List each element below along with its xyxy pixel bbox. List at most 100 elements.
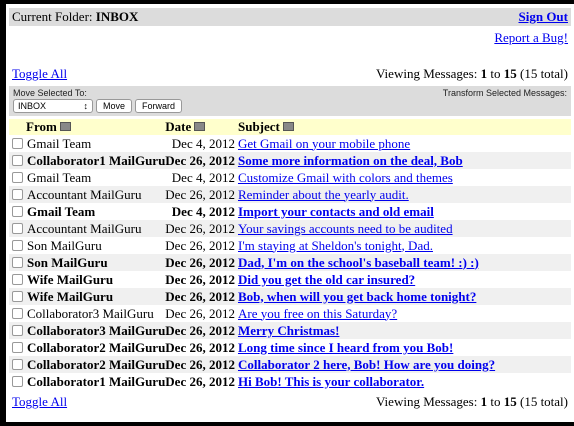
message-checkbox[interactable] <box>12 256 23 268</box>
message-row[interactable]: Accountant MailGuru Dec 26, 2012 Your savi… <box>9 220 571 237</box>
message-date: Dec 26, 2012 <box>165 322 238 339</box>
viewing-prefix: Viewing Messages: <box>375 394 478 409</box>
message-checkbox[interactable] <box>12 307 23 319</box>
forward-button[interactable]: Forward <box>135 99 183 113</box>
message-row[interactable]: Accountant MailGuru Dec 26, 2012 Reminder … <box>9 186 571 203</box>
message-from-cell: Collaborator3 MailGuru <box>9 322 166 339</box>
message-subject-link[interactable]: Some more information on the deal, Bob <box>238 153 463 168</box>
report-bug-row: Report a Bug! <box>9 26 571 46</box>
from-header-label: From <box>26 119 57 134</box>
range-to: to <box>490 394 501 409</box>
message-subject-cell: I'm staying at Sheldon's tonight, Dad. <box>238 237 571 254</box>
message-checkbox[interactable] <box>12 341 23 353</box>
message-row[interactable]: Son MailGuru Dec 26, 2012 I'm staying at S… <box>9 237 571 254</box>
message-checkbox[interactable] <box>12 188 23 200</box>
folder-header: Current Folder: INBOX Sign Out <box>9 8 571 26</box>
message-subject-cell: Are you free on this Saturday? <box>238 305 571 322</box>
subject-header-label: Subject <box>237 119 280 134</box>
transform-selected-label: Transform Selected Messages: <box>442 88 567 98</box>
message-sender: Collaborator2 MailGuru <box>27 339 166 355</box>
message-checkbox[interactable] <box>12 239 23 251</box>
message-checkbox[interactable] <box>12 137 23 149</box>
toggle-all-link-bottom[interactable]: Toggle All <box>12 394 67 410</box>
folder-select-value: INBOX <box>18 101 47 111</box>
range-total: (15 total) <box>519 66 568 81</box>
sign-out-link[interactable]: Sign Out <box>519 9 569 25</box>
move-button[interactable]: Move <box>96 99 133 113</box>
range-start: 1 <box>480 394 488 409</box>
viewing-prefix: Viewing Messages: <box>375 66 478 81</box>
message-sender: Son MailGuru <box>27 237 102 253</box>
message-from-cell: Gmail Team <box>9 203 165 220</box>
message-row[interactable]: Wife MailGuru Dec 26, 2012 Did you get the… <box>9 271 571 288</box>
sort-icon[interactable] <box>59 122 71 131</box>
message-checkbox[interactable] <box>12 324 23 336</box>
message-checkbox[interactable] <box>12 290 23 302</box>
message-date: Dec 26, 2012 <box>165 305 235 321</box>
range-total: (15 total) <box>519 394 568 409</box>
message-checkbox[interactable] <box>12 273 23 285</box>
move-controls: INBOX ↕ Move Forward <box>13 99 183 113</box>
message-subject-link[interactable]: Collaborator 2 here, Bob! How are you do… <box>238 357 495 372</box>
message-subject-link[interactable]: Long time since I heard from you Bob! <box>238 340 453 355</box>
message-row[interactable]: Collaborator1 MailGuru Dec 26, 2012 Hi Bob… <box>9 373 571 390</box>
message-row[interactable]: Gmail Team Dec 4, 2012 Import your contact… <box>9 203 571 220</box>
message-checkbox[interactable] <box>12 171 23 183</box>
message-row[interactable]: Collaborator3 MailGuru Dec 26, 2012 Are yo… <box>9 305 571 322</box>
message-subject-link[interactable]: Your savings accounts need to be audited <box>238 221 453 236</box>
viewing-messages-bottom: Viewing Messages: 1 to 15 (15 total) <box>376 394 568 410</box>
message-subject-link[interactable]: Get Gmail on your mobile phone <box>238 136 410 151</box>
message-sender: Collaborator2 MailGuru <box>27 356 166 372</box>
message-checkbox[interactable] <box>12 154 23 166</box>
message-date: Dec 26, 2012 <box>165 339 235 355</box>
message-row[interactable]: Collaborator2 MailGuru Dec 26, 2012 Collab… <box>9 356 571 373</box>
message-subject-link[interactable]: Are you free on this Saturday? <box>238 306 397 321</box>
message-row[interactable]: Gmail Team Dec 4, 2012 Customize Gmail wit… <box>9 169 571 186</box>
message-row[interactable]: Son MailGuru Dec 26, 2012 Dad, I'm on the … <box>9 254 571 271</box>
mail-window: Current Folder: INBOX Sign Out Report a … <box>6 4 574 422</box>
message-checkbox[interactable] <box>12 205 23 217</box>
date-column-header[interactable]: Date <box>165 119 238 135</box>
message-row[interactable]: Collaborator1 MailGuru Dec 26, 2012 Some m… <box>9 152 571 169</box>
message-sender: Wife MailGuru <box>27 271 114 287</box>
message-subject-cell: Some more information on the deal, Bob <box>237 152 571 169</box>
message-subject-link[interactable]: Dad, I'm on the school's baseball team! … <box>238 255 479 270</box>
sort-icon[interactable] <box>194 122 206 131</box>
message-checkbox[interactable] <box>12 222 23 234</box>
message-date: Dec 26, 2012 <box>165 373 235 389</box>
message-date: Dec 26, 2012 <box>165 152 238 169</box>
message-sender: Son MailGuru <box>27 254 108 270</box>
message-subject-link[interactable]: Customize Gmail with colors and themes <box>238 170 453 185</box>
message-subject-link[interactable]: Hi Bob! This is your collaborator. <box>238 374 424 389</box>
toggle-all-link-top[interactable]: Toggle All <box>12 66 67 82</box>
from-column-header[interactable]: From <box>9 119 166 135</box>
message-checkbox[interactable] <box>12 375 23 387</box>
message-from-cell: Wife MailGuru <box>9 271 165 288</box>
message-list-header: From Date Subject <box>9 119 571 135</box>
message-subject-cell: Bob, when will you get back home tonight… <box>237 288 571 305</box>
message-subject-link[interactable]: I'm staying at Sheldon's tonight, Dad. <box>238 238 433 253</box>
message-row[interactable]: Collaborator3 MailGuru Dec 26, 2012 Merry … <box>9 322 571 339</box>
message-subject-cell: Merry Christmas! <box>237 322 571 339</box>
message-sender: Collaborator1 MailGuru <box>27 373 166 389</box>
message-subject-link[interactable]: Merry Christmas! <box>238 323 339 338</box>
folder-select[interactable]: INBOX ↕ <box>13 99 93 113</box>
message-sender: Collaborator1 MailGuru <box>27 152 166 168</box>
message-date: Dec 26, 2012 <box>165 254 238 271</box>
message-from-cell: Collaborator3 MailGuru <box>9 305 165 322</box>
message-subject-link[interactable]: Did you get the old car insured? <box>238 272 415 287</box>
message-row[interactable]: Wife MailGuru Dec 26, 2012 Bob, when will … <box>9 288 571 305</box>
sort-icon[interactable] <box>282 122 294 131</box>
message-checkbox[interactable] <box>12 358 23 370</box>
report-bug-link[interactable]: Report a Bug! <box>494 30 568 45</box>
message-row[interactable]: Collaborator2 MailGuru Dec 26, 2012 Long t… <box>9 339 571 356</box>
message-from-cell: Gmail Team <box>9 169 165 186</box>
message-row[interactable]: Gmail Team Dec 4, 2012 Get Gmail on your m… <box>9 135 571 152</box>
subject-column-header[interactable]: Subject <box>237 119 571 135</box>
message-date: Dec 26, 2012 <box>165 271 235 287</box>
move-selected-label: Move Selected To: <box>13 88 87 98</box>
message-controls: Move Selected To: Transform Selected Mes… <box>9 86 571 116</box>
message-subject-link[interactable]: Bob, when will you get back home tonight… <box>238 289 476 304</box>
message-subject-link[interactable]: Import your contacts and old email <box>238 204 434 219</box>
message-subject-link[interactable]: Reminder about the yearly audit. <box>238 187 409 202</box>
